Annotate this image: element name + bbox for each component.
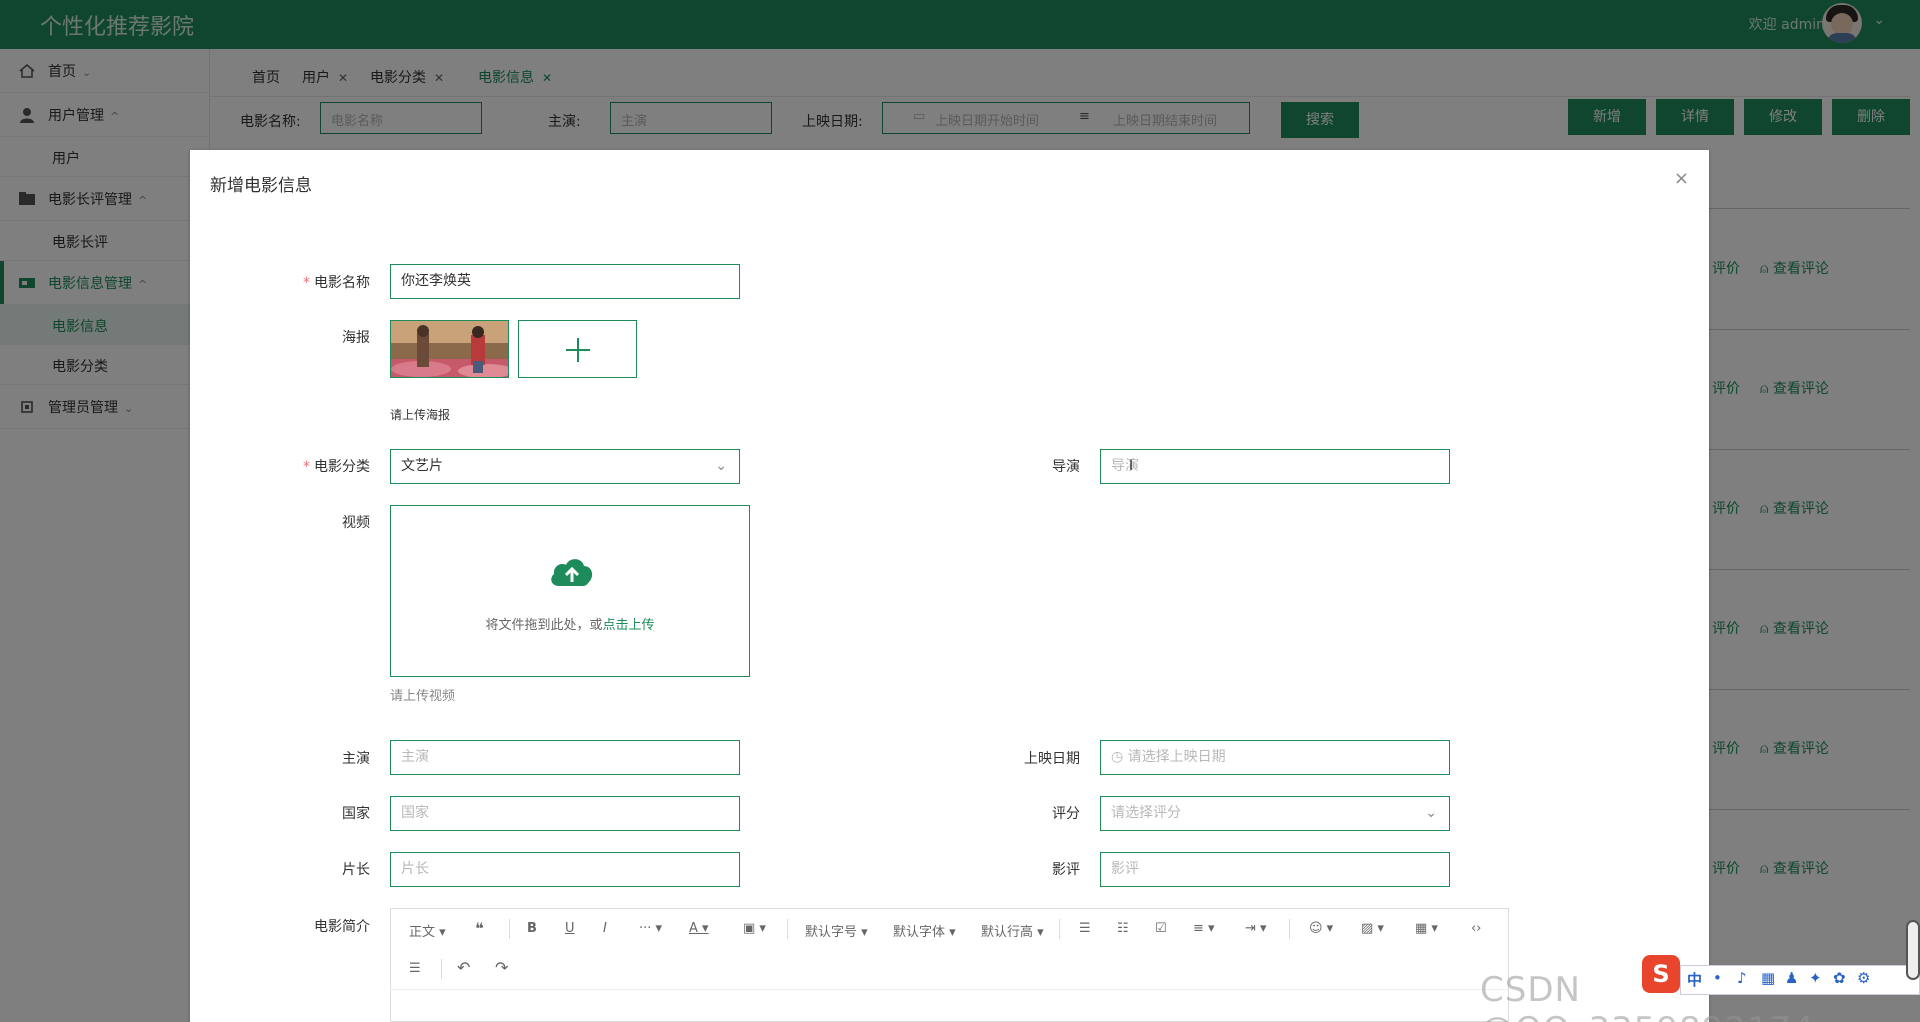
rich-text-editor: 正文 ▾ ❝ B U I ··· ▾ A ▾ ▣ ▾ 默认字号 ▾ 默认字体 ▾… [390,908,1509,1022]
sogou-ime-logo[interactable]: S [1642,955,1680,993]
upload-text: 将文件拖到此处，或点击上传 [485,618,655,633]
ime-shirt-icon[interactable]: ♟ [1785,969,1798,987]
intro-label: 电影简介 [314,919,370,935]
code-icon[interactable]: ‹› [1471,921,1481,936]
actor-input[interactable]: 主演 [390,740,740,775]
country-label: 国家 [342,806,370,822]
font-color-icon[interactable]: A ▾ [689,921,709,936]
click-upload-link[interactable]: 点击上传 [603,618,655,633]
release-date-picker[interactable]: ◷ 请选择上映日期 [1100,740,1450,775]
ime-punct-icon[interactable]: • [1713,969,1722,987]
category-value: 文艺片 [401,458,443,474]
review-input[interactable]: 影评 [1100,852,1450,887]
quote-icon[interactable]: ❝ [475,919,484,938]
actor-label: 主演 [342,751,370,767]
duration-label: 片长 [342,862,370,878]
upload-poster-button[interactable] [518,320,637,378]
align-icon[interactable]: ≡ ▾ [1193,921,1215,936]
dialog-title: 新增电影信息 [210,176,312,196]
video-label: 视频 [342,515,370,531]
plus-icon [566,338,590,362]
ime-bar: 中 • ♪ ▦ ♟ ✦ ✿ ⚙ [1680,965,1920,995]
duration-input[interactable]: 片长 [390,852,740,887]
line-height-dropdown[interactable]: 默认行高 ▾ [981,921,1044,940]
redo-icon[interactable]: ↷ [495,958,508,977]
todo-icon[interactable]: ☑ [1155,921,1167,936]
rating-select[interactable]: 请选择评分 ⌄ [1100,796,1450,831]
poster-tip: 请上传海报 [390,408,451,422]
editor-toolbar-row-1: 正文 ▾ ❝ B U I ··· ▾ A ▾ ▣ ▾ 默认字号 ▾ 默认字体 ▾… [391,909,1508,949]
release-date-label: 上映日期 [1024,751,1080,767]
ime-toolbar: S 中 • ♪ ▦ ♟ ✦ ✿ ⚙ [1640,955,1920,999]
numbered-list-icon[interactable]: ☷ [1117,921,1129,936]
underline-icon[interactable]: U [565,921,575,936]
divider-icon[interactable]: ☰ [409,961,421,976]
editor-toolbar-row-2: ☰ ↶ ↷ [391,949,1508,989]
country-input[interactable]: 国家 [390,796,740,831]
director-label: 导演 [1052,459,1080,475]
chevron-down-icon: ⌄ [1425,805,1437,821]
emoji-icon[interactable]: ☺ ▾ [1309,921,1333,936]
image-icon[interactable]: ▨ ▾ [1361,921,1384,936]
director-placeholder: 导演 [1111,458,1139,474]
director-input[interactable]: 导演 I [1100,449,1450,484]
poster-label: 海报 [342,330,370,346]
ime-mic-icon[interactable]: ♪ [1737,969,1747,987]
video-upload-dropzone[interactable]: 将文件拖到此处，或点击上传 [390,505,750,677]
text-cursor-icon: I [1129,458,1134,474]
scrollbar-thumb[interactable] [1906,920,1920,980]
ime-skin-icon[interactable]: ✿ [1833,969,1846,987]
ime-keyboard-icon[interactable]: ▦ [1761,969,1775,987]
table-icon[interactable]: ▦ ▾ [1415,921,1438,936]
italic-icon[interactable]: I [603,921,607,936]
more-icon[interactable]: ··· ▾ [639,921,662,936]
paragraph-dropdown[interactable]: 正文 ▾ [409,921,446,940]
bullet-list-icon[interactable]: ☰ [1079,921,1091,936]
cloud-upload-icon [551,559,593,586]
movie-name-label: * 电影名称 [303,275,370,291]
background-color-icon[interactable]: ▣ ▾ [743,921,766,936]
video-tip: 请上传视频 [390,689,456,704]
chevron-down-icon: ⌄ [715,458,727,474]
ime-game-icon[interactable]: ✦ [1809,969,1822,987]
ime-chinese-mode[interactable]: 中 [1687,969,1702,990]
poster-thumbnail[interactable] [390,320,509,378]
indent-icon[interactable]: ⇥ ▾ [1245,921,1267,936]
movie-name-input[interactable]: 你还李焕英 [390,264,740,299]
ime-tools-icon[interactable]: ⚙ [1857,969,1870,987]
rating-label: 评分 [1052,806,1080,822]
rating-placeholder: 请选择评分 [1111,805,1181,821]
release-placeholder: 请选择上映日期 [1127,749,1226,765]
font-family-dropdown[interactable]: 默认字体 ▾ [893,921,956,940]
editor-content-area[interactable] [391,989,1508,1022]
bold-icon[interactable]: B [527,921,537,936]
close-icon[interactable]: × [1674,168,1689,189]
category-label: * 电影分类 [303,459,370,475]
review-label: 影评 [1052,862,1080,878]
undo-icon[interactable]: ↶ [457,958,470,977]
category-select[interactable]: 文艺片 ⌄ [390,449,740,484]
clock-icon: ◷ [1111,749,1128,765]
add-movie-dialog: 新增电影信息 × * 电影名称 你还李焕英 海报 请上传海报 * 电影分类 文艺片 … [190,150,1709,1022]
font-size-dropdown[interactable]: 默认字号 ▾ [805,921,868,940]
